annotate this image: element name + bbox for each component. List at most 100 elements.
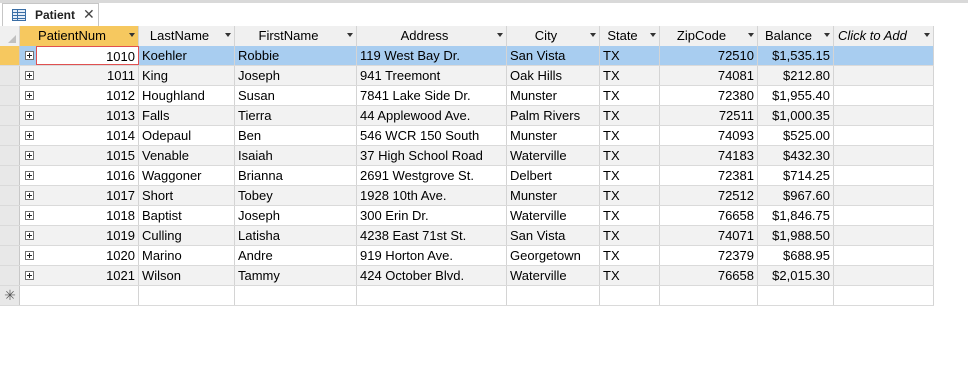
expand-plus-icon[interactable] bbox=[25, 211, 34, 220]
expand-plus-icon[interactable] bbox=[25, 231, 34, 240]
cell-last-name[interactable]: Odepaul bbox=[139, 126, 235, 145]
cell-click-to-add[interactable] bbox=[834, 86, 934, 105]
cell-zip[interactable]: 72379 bbox=[660, 246, 758, 265]
cell-first-name[interactable]: Latisha bbox=[235, 226, 357, 245]
cell-state[interactable]: TX bbox=[600, 46, 660, 65]
cell-patient-num[interactable]: 1020 bbox=[36, 246, 139, 265]
record-selector[interactable] bbox=[0, 106, 20, 125]
chevron-down-icon[interactable] bbox=[129, 33, 135, 37]
cell-last-name[interactable]: King bbox=[139, 66, 235, 85]
table-row[interactable]: 1012 Houghland Susan 7841 Lake Side Dr. Muns… bbox=[0, 86, 934, 106]
cell-click-to-add[interactable] bbox=[834, 66, 934, 85]
cell-zip[interactable]: 72511 bbox=[660, 106, 758, 125]
cell-state[interactable]: TX bbox=[600, 206, 660, 225]
cell-first-name[interactable]: Tobey bbox=[235, 186, 357, 205]
table-row[interactable]: 1019 Culling Latisha 4238 East 71st St. San … bbox=[0, 226, 934, 246]
cell-first-name[interactable]: Susan bbox=[235, 86, 357, 105]
cell-address[interactable]: 919 Horton Ave. bbox=[357, 246, 507, 265]
cell-click-to-add[interactable] bbox=[834, 226, 934, 245]
cell-zip[interactable]: 76658 bbox=[660, 206, 758, 225]
cell-click-to-add[interactable] bbox=[834, 266, 934, 285]
column-header-city[interactable]: City bbox=[507, 26, 600, 46]
expand-plus-icon[interactable] bbox=[25, 191, 34, 200]
record-selector[interactable] bbox=[0, 66, 20, 85]
cell-click-to-add[interactable] bbox=[834, 46, 934, 65]
new-record-cell[interactable] bbox=[235, 286, 357, 305]
cell-balance[interactable]: $2,015.30 bbox=[758, 266, 834, 285]
cell-zip[interactable]: 72380 bbox=[660, 86, 758, 105]
column-header-first-name[interactable]: FirstName bbox=[235, 26, 357, 46]
cell-patient-num[interactable]: 1014 bbox=[36, 126, 139, 145]
chevron-down-icon[interactable] bbox=[924, 33, 930, 37]
cell-click-to-add[interactable] bbox=[834, 106, 934, 125]
cell-patient-num[interactable]: 1012 bbox=[36, 86, 139, 105]
cell-city[interactable]: Georgetown bbox=[507, 246, 600, 265]
cell-last-name[interactable]: Houghland bbox=[139, 86, 235, 105]
cell-last-name[interactable]: Short bbox=[139, 186, 235, 205]
cell-address[interactable]: 1928 10th Ave. bbox=[357, 186, 507, 205]
select-all-corner[interactable] bbox=[0, 26, 20, 46]
cell-first-name[interactable]: Joseph bbox=[235, 66, 357, 85]
cell-first-name[interactable]: Robbie bbox=[235, 46, 357, 65]
column-header-zip[interactable]: ZipCode bbox=[660, 26, 758, 46]
cell-address[interactable]: 2691 Westgrove St. bbox=[357, 166, 507, 185]
record-selector[interactable] bbox=[0, 46, 20, 65]
cell-state[interactable]: TX bbox=[600, 66, 660, 85]
table-row[interactable]: 1015 Venable Isaiah 37 High School Road Wate… bbox=[0, 146, 934, 166]
record-selector[interactable] bbox=[0, 246, 20, 265]
cell-city[interactable]: Munster bbox=[507, 186, 600, 205]
cell-first-name[interactable]: Joseph bbox=[235, 206, 357, 225]
cell-city[interactable]: Delbert bbox=[507, 166, 600, 185]
cell-last-name[interactable]: Waggoner bbox=[139, 166, 235, 185]
cell-click-to-add[interactable] bbox=[834, 146, 934, 165]
chevron-down-icon[interactable] bbox=[650, 33, 656, 37]
cell-address[interactable]: 44 Applewood Ave. bbox=[357, 106, 507, 125]
cell-last-name[interactable]: Falls bbox=[139, 106, 235, 125]
record-selector[interactable] bbox=[0, 166, 20, 185]
new-record-cell[interactable] bbox=[139, 286, 235, 305]
cell-city[interactable]: Waterville bbox=[507, 146, 600, 165]
cell-state[interactable]: TX bbox=[600, 266, 660, 285]
cell-state[interactable]: TX bbox=[600, 226, 660, 245]
cell-patient-num[interactable]: 1011 bbox=[36, 66, 139, 85]
table-row[interactable]: 1020 Marino Andre 919 Horton Ave. Georgetown… bbox=[0, 246, 934, 266]
cell-last-name[interactable]: Venable bbox=[139, 146, 235, 165]
cell-first-name[interactable]: Ben bbox=[235, 126, 357, 145]
column-header-address[interactable]: Address bbox=[357, 26, 507, 46]
cell-zip[interactable]: 72510 bbox=[660, 46, 758, 65]
record-selector[interactable] bbox=[0, 86, 20, 105]
cell-city[interactable]: Munster bbox=[507, 86, 600, 105]
expand-plus-icon[interactable] bbox=[25, 151, 34, 160]
cell-balance[interactable]: $212.80 bbox=[758, 66, 834, 85]
new-record-cell[interactable] bbox=[507, 286, 600, 305]
record-selector[interactable] bbox=[0, 226, 20, 245]
table-row[interactable]: 1010 Koehler Robbie 119 West Bay Dr. San Vis… bbox=[0, 46, 934, 66]
record-selector[interactable] bbox=[0, 186, 20, 205]
cell-city[interactable]: Oak Hills bbox=[507, 66, 600, 85]
cell-state[interactable]: TX bbox=[600, 246, 660, 265]
expand-plus-icon[interactable] bbox=[25, 131, 34, 140]
cell-balance[interactable]: $1,000.35 bbox=[758, 106, 834, 125]
expand-plus-icon[interactable] bbox=[25, 271, 34, 280]
cell-zip[interactable]: 72381 bbox=[660, 166, 758, 185]
cell-address[interactable]: 4238 East 71st St. bbox=[357, 226, 507, 245]
cell-address[interactable]: 546 WCR 150 South bbox=[357, 126, 507, 145]
cell-balance[interactable]: $1,988.50 bbox=[758, 226, 834, 245]
cell-patient-num[interactable]: 1019 bbox=[36, 226, 139, 245]
chevron-down-icon[interactable] bbox=[748, 33, 754, 37]
cell-state[interactable]: TX bbox=[600, 146, 660, 165]
cell-last-name[interactable]: Marino bbox=[139, 246, 235, 265]
chevron-down-icon[interactable] bbox=[590, 33, 596, 37]
cell-city[interactable]: Waterville bbox=[507, 266, 600, 285]
cell-city[interactable]: San Vista bbox=[507, 226, 600, 245]
cell-click-to-add[interactable] bbox=[834, 166, 934, 185]
cell-zip[interactable]: 74093 bbox=[660, 126, 758, 145]
cell-balance[interactable]: $967.60 bbox=[758, 186, 834, 205]
cell-first-name[interactable]: Brianna bbox=[235, 166, 357, 185]
column-header-state[interactable]: State bbox=[600, 26, 660, 46]
cell-patient-num[interactable]: 1010 bbox=[36, 46, 139, 65]
cell-last-name[interactable]: Koehler bbox=[139, 46, 235, 65]
cell-balance[interactable]: $714.25 bbox=[758, 166, 834, 185]
tab-patient[interactable]: Patient ✕ bbox=[2, 3, 99, 26]
chevron-down-icon[interactable] bbox=[497, 33, 503, 37]
